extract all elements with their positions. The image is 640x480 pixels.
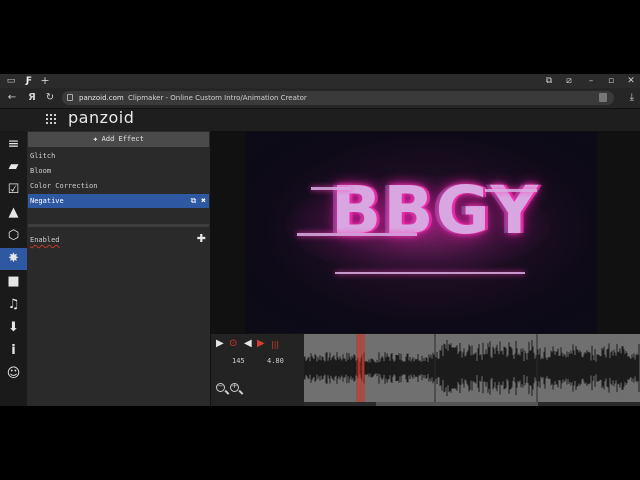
panel-divider (28, 224, 209, 227)
duplicate-icon[interactable]: ⧉ (191, 196, 197, 205)
browser-tab-bar: ▭ Ƒ + ⧉ ⧄ – ▫ ✕ (0, 74, 640, 88)
music-icon[interactable]: ♫ (0, 294, 27, 316)
address-bar: ← Я ↻ panzoid.com Clipmaker - Online Cus… (0, 88, 640, 109)
maximize-icon[interactable]: ▫ (606, 76, 616, 86)
url-field[interactable]: panzoid.com Clipmaker - Online Custom In… (62, 91, 614, 105)
effect-item-negative[interactable]: Negative ⧉ ✖ (28, 194, 209, 208)
logo[interactable]: panzoid (68, 108, 134, 127)
preview-text: BBGY (331, 172, 541, 249)
waveform-graph (304, 334, 640, 402)
apps-grid-icon[interactable] (46, 114, 56, 124)
image-icon[interactable]: ▲ (0, 202, 27, 224)
frame-counter: 145 (232, 357, 245, 365)
glitch-line (297, 233, 417, 236)
effect-label: Bloom (30, 167, 52, 175)
panzoid-tab-icon[interactable]: Ƒ (24, 76, 34, 86)
audio-waveform[interactable] (304, 334, 640, 402)
glitch-line (335, 272, 525, 274)
box-3d-icon[interactable]: ⬡ (0, 225, 27, 247)
delete-icon[interactable]: ✖ (201, 196, 206, 205)
timeline-controls: ▶ ⊙ ◀ ▶ ||| 145 4.80 − + (211, 334, 304, 406)
glitch-line (485, 189, 537, 192)
page-title: Clipmaker - Online Custom Intro/Animatio… (128, 94, 307, 102)
bookmark-icon[interactable] (599, 93, 607, 102)
effect-item-glitch[interactable]: Glitch (28, 149, 209, 163)
pin-icon[interactable]: ⧄ (564, 76, 574, 86)
smiley-icon[interactable]: ☺ (0, 363, 27, 385)
zoom-out-icon[interactable]: − (216, 382, 225, 392)
lock-icon (67, 94, 73, 101)
app-window: ▭ Ƒ + ⧉ ⧄ – ▫ ✕ ← Я ↻ panzoid.com Clipma… (0, 74, 640, 406)
preview-area: BBGY (211, 131, 640, 334)
reload-icon[interactable]: ↻ (44, 92, 56, 104)
preview-canvas[interactable]: BBGY (245, 132, 597, 333)
back-icon[interactable]: ← (6, 92, 18, 104)
info-icon[interactable]: i (0, 340, 27, 362)
time-readout: 4.80 (267, 357, 284, 365)
plus-icon: ✚ (93, 135, 102, 143)
effect-label: Glitch (30, 152, 56, 160)
glitch-line (311, 187, 351, 190)
effects-icon[interactable]: ✸ (0, 248, 27, 270)
camera-icon[interactable]: ■ (0, 271, 27, 293)
folder-icon[interactable]: ▰ (0, 156, 27, 178)
volume-icon[interactable]: ◀ (244, 338, 252, 350)
close-window-icon[interactable]: ✕ (626, 76, 636, 86)
add-effect-label: Add Effect (101, 135, 144, 143)
add-effect-button[interactable]: ✚ Add Effect (28, 132, 209, 147)
menu-icon[interactable]: ≡ (0, 133, 27, 155)
effect-label: Color Correction (30, 182, 98, 190)
minimize-icon[interactable]: – (586, 76, 596, 86)
timeline-scroll-thumb[interactable] (376, 402, 538, 406)
waveform-icon[interactable]: ||| (271, 339, 279, 351)
add-property-icon[interactable]: ✚ (197, 233, 206, 245)
timeline-scrollbar[interactable] (304, 402, 640, 406)
tool-sidebar: ≡ ▰ ☑ ▲ ⬡ ✸ ■ ♫ ⬇ i ☺ (0, 131, 27, 406)
effects-panel: ✚ Add Effect Glitch Bloom Color Correcti… (27, 131, 211, 406)
effect-label: Negative (30, 197, 64, 205)
effect-item-bloom[interactable]: Bloom (28, 164, 209, 178)
download-icon[interactable]: ⤓ (630, 92, 634, 104)
play-icon[interactable]: ▶ (216, 338, 224, 350)
url-domain: panzoid.com (79, 94, 124, 102)
yandex-icon[interactable]: Я (26, 92, 38, 104)
loop-icon[interactable]: ⊙ (229, 338, 237, 350)
collections-icon[interactable]: ⧉ (544, 76, 554, 86)
new-tab-icon[interactable]: + (40, 75, 50, 86)
tab-list-icon[interactable]: ▭ (6, 76, 16, 86)
zoom-in-icon[interactable]: + (230, 382, 239, 392)
enabled-property[interactable]: Enabled (30, 235, 60, 245)
record-icon[interactable]: ▶ (257, 338, 265, 350)
effect-item-color-correction[interactable]: Color Correction (28, 179, 209, 193)
edit-icon[interactable]: ☑ (0, 179, 27, 201)
playhead-region (356, 334, 365, 402)
download-icon[interactable]: ⬇ (0, 317, 27, 339)
